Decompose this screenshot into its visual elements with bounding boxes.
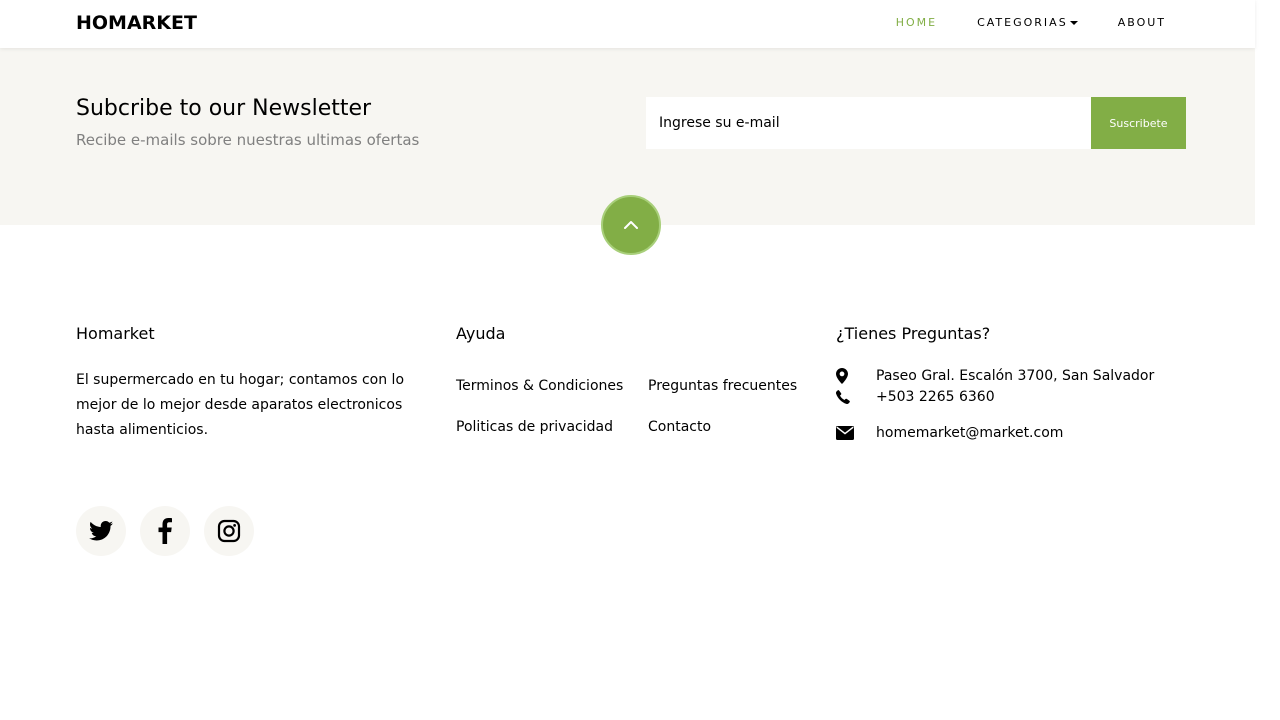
nav-categorias[interactable]: CATEGORIAS xyxy=(977,16,1078,29)
nav-home[interactable]: HOME xyxy=(896,16,937,29)
caret-down-icon xyxy=(1069,21,1078,25)
contact-email-text[interactable]: homemarket@market.com xyxy=(876,425,1063,441)
subscribe-button[interactable]: Suscribete xyxy=(1091,97,1186,149)
link-preguntas-frecuentes[interactable]: Preguntas frecuentes xyxy=(648,378,797,394)
twitter-icon xyxy=(89,521,113,541)
footer-about-text: El supermercado en tu hogar; contamos co… xyxy=(76,372,405,438)
facebook-button[interactable] xyxy=(140,506,190,556)
newsletter-subtitle: Recibe e-mails sobre nuestras ultimas of… xyxy=(76,131,420,149)
twitter-button[interactable] xyxy=(76,506,126,556)
newsletter-form: Suscribete xyxy=(646,97,1186,149)
contact-phone-text[interactable]: +503 2265 6360 xyxy=(876,389,995,405)
nav-categorias-label: CATEGORIAS xyxy=(977,16,1068,29)
footer-about-title: Homarket xyxy=(76,324,155,343)
envelope-icon xyxy=(836,426,876,440)
link-contacto[interactable]: Contacto xyxy=(648,419,711,435)
phone-icon xyxy=(836,390,876,404)
footer-contact-title: ¿Tienes Preguntas? xyxy=(836,324,991,343)
nav-about[interactable]: ABOUT xyxy=(1118,16,1166,29)
contact-phone: +503 2265 6360 xyxy=(836,389,995,405)
chevron-up-icon xyxy=(624,221,638,229)
facebook-icon xyxy=(158,518,172,544)
instagram-icon xyxy=(217,519,241,543)
brand-logo[interactable]: HOMARKET xyxy=(76,12,197,34)
navbar: HOMARKET HOME CATEGORIAS ABOUT xyxy=(0,0,1255,48)
link-privacidad[interactable]: Politicas de privacidad xyxy=(456,419,613,435)
email-input[interactable] xyxy=(646,97,1091,149)
contact-address: Paseo Gral. Escalón 3700, San Salvador xyxy=(836,368,1154,384)
page: HOMARKET HOME CATEGORIAS ABOUT Subcribe … xyxy=(0,0,1255,720)
scroll-top-button[interactable] xyxy=(601,195,661,255)
footer-help-title: Ayuda xyxy=(456,324,506,343)
link-terminos[interactable]: Terminos & Condiciones xyxy=(456,378,623,394)
contact-address-text: Paseo Gral. Escalón 3700, San Salvador xyxy=(876,368,1155,384)
map-pin-icon xyxy=(836,368,876,384)
contact-email: homemarket@market.com xyxy=(836,425,1063,441)
nav-links: HOME CATEGORIAS ABOUT xyxy=(896,16,1166,29)
newsletter-title: Subcribe to our Newsletter xyxy=(76,96,372,121)
instagram-button[interactable] xyxy=(204,506,254,556)
